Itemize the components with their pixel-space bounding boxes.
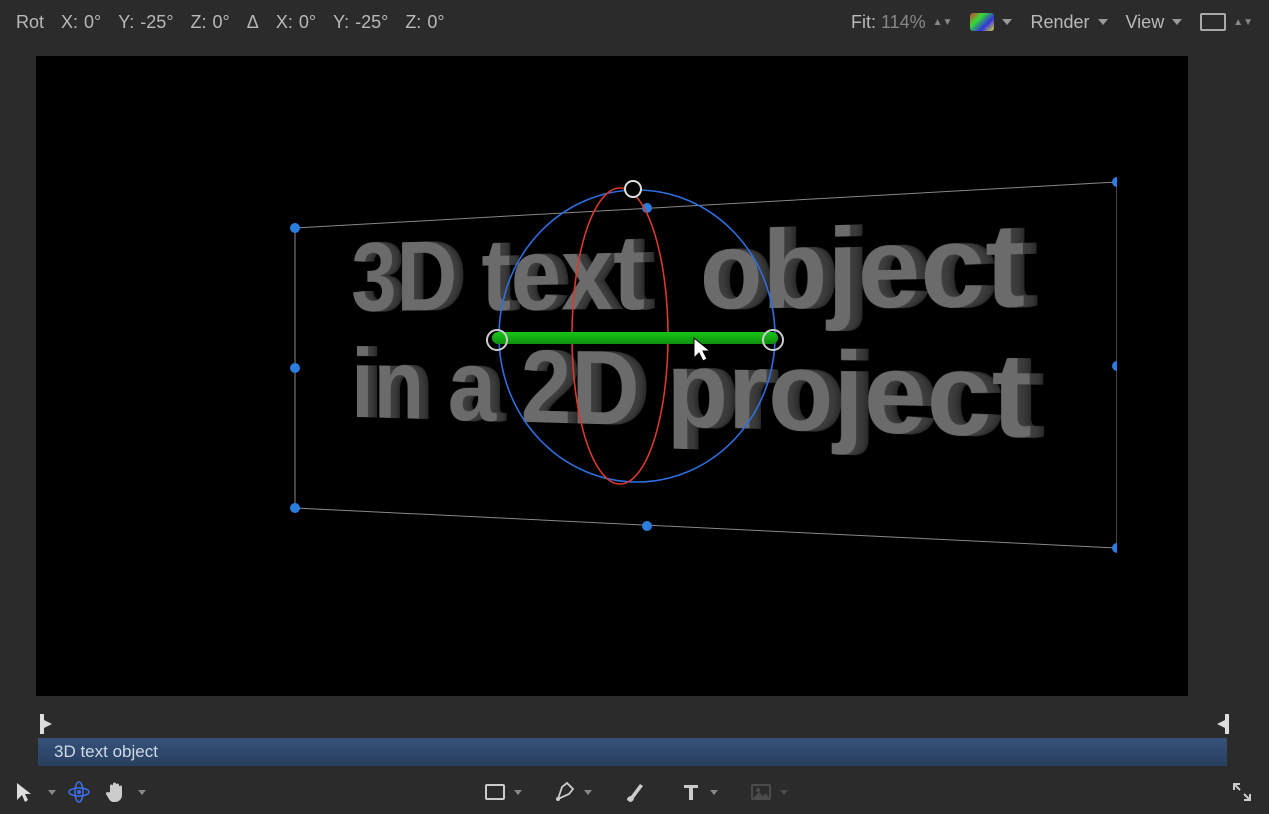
chevron-down-icon [1002, 19, 1012, 25]
text-tool[interactable] [678, 779, 704, 805]
mini-timeline-clip[interactable]: 3D text object [38, 738, 1227, 766]
pen-tool[interactable] [552, 779, 578, 805]
color-channel-menu[interactable] [970, 13, 1012, 31]
dy-label: Y: [333, 12, 349, 33]
cursor-icon [692, 336, 714, 369]
y-value: -25° [140, 12, 173, 33]
zoom-stepper-icon[interactable]: ▲▼ [933, 19, 953, 26]
chevron-down-icon [1172, 19, 1182, 25]
y-axis-rotation-handle[interactable] [492, 332, 778, 344]
mask-tool[interactable] [482, 779, 508, 805]
viewer-controls: Fit: 114% ▲▼ Render View ▲▼ [851, 12, 1253, 33]
aspect-menu[interactable]: ▲▼ [1200, 13, 1253, 31]
aspect-icon [1200, 13, 1226, 31]
viewer-toolbar: Rot X: 0° Y: -25° Z: 0° Δ X: 0° Y: -25° … [0, 0, 1269, 44]
view-menu[interactable]: View [1126, 12, 1183, 33]
gizmo-top-handle[interactable] [624, 180, 642, 198]
z-label: Z: [191, 12, 207, 33]
view-label: View [1126, 12, 1165, 33]
pen-tool-menu[interactable] [584, 790, 592, 795]
aspect-stepper-icon[interactable]: ▲▼ [1233, 19, 1253, 26]
rot-label: Rot [16, 12, 44, 33]
select-tool[interactable] [12, 779, 38, 805]
dz-value: 0° [427, 12, 444, 33]
dx-label: X: [276, 12, 293, 33]
hand-tool[interactable] [102, 779, 128, 805]
render-menu[interactable]: Render [1030, 12, 1107, 33]
y-label: Y: [118, 12, 134, 33]
clip-name: 3D text object [54, 742, 158, 762]
zoom-value: 114% [881, 12, 926, 33]
text3d-object[interactable]: 3D text object in a 2D project [290, 215, 1027, 446]
x-label: X: [61, 12, 78, 33]
fit-zoom-control[interactable]: Fit: 114% ▲▼ [851, 12, 953, 33]
fit-label: Fit: [851, 12, 876, 33]
color-well-icon [970, 13, 994, 31]
select-tool-menu[interactable] [48, 790, 56, 795]
chevron-down-icon [1098, 19, 1108, 25]
z-value: 0° [213, 12, 230, 33]
x-value: 0° [84, 12, 101, 33]
dz-label: Z: [405, 12, 421, 33]
mask-tool-menu[interactable] [514, 790, 522, 795]
render-label: Render [1030, 12, 1089, 33]
bottom-toolbar [0, 770, 1269, 814]
delta-label: Δ [247, 12, 259, 33]
rotate-3d-tool[interactable] [66, 779, 92, 805]
text-tool-menu[interactable] [710, 790, 718, 795]
hand-tool-menu[interactable] [138, 790, 146, 795]
timeline-out-marker[interactable] [1217, 714, 1233, 734]
photo-tool-menu [780, 790, 788, 795]
dy-value: -25° [355, 12, 388, 33]
brush-tool[interactable] [622, 779, 648, 805]
fullscreen-toggle[interactable] [1229, 779, 1255, 805]
text3d-content: 3D text object in a 2D project [351, 200, 1032, 460]
photo-tool-disabled [748, 779, 774, 805]
dx-value: 0° [299, 12, 316, 33]
timeline-in-marker[interactable] [38, 714, 54, 734]
transform-status: Rot X: 0° Y: -25° Z: 0° Δ X: 0° Y: -25° … [16, 12, 445, 33]
